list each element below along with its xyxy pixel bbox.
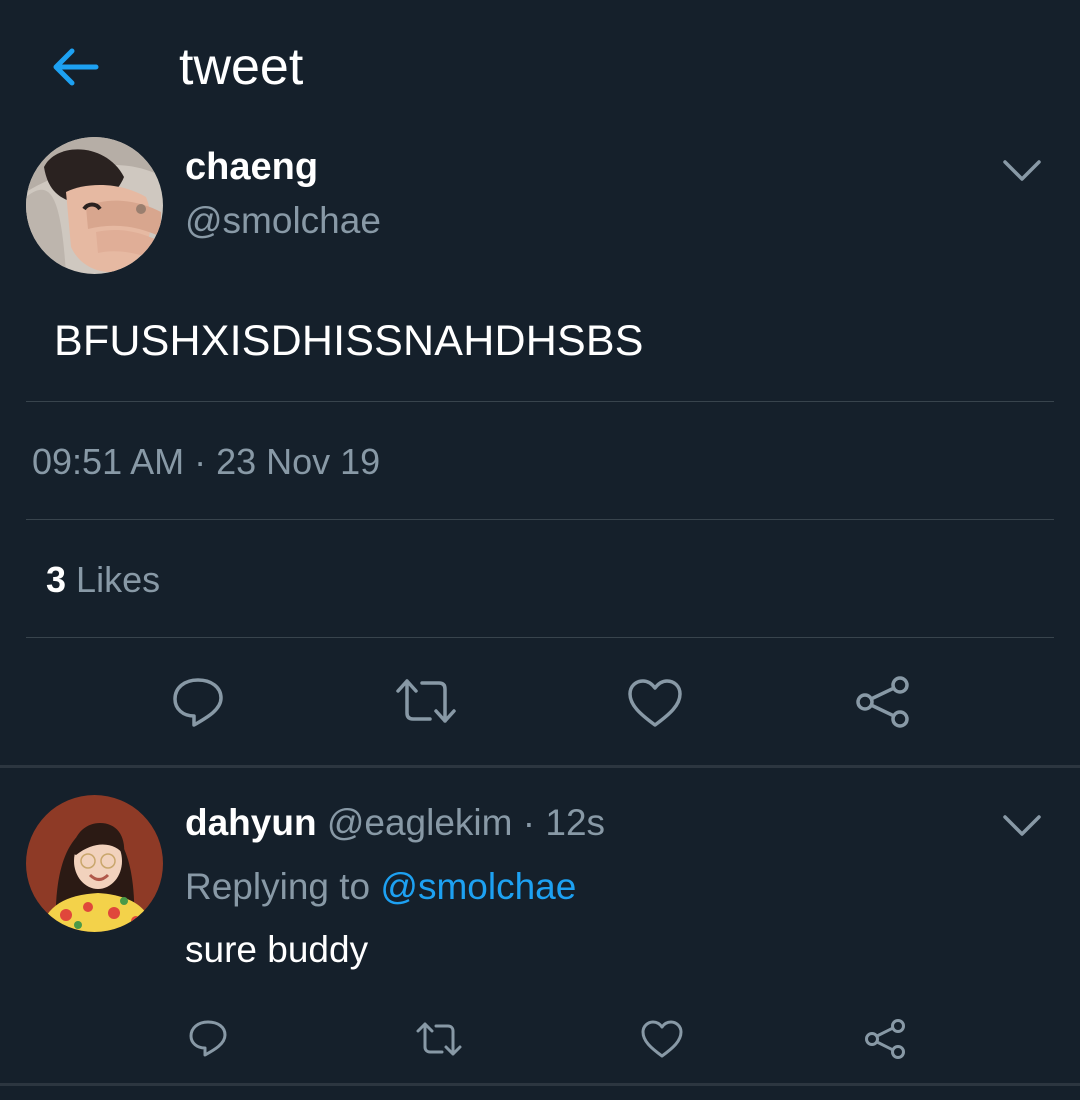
tweet-timestamp: 09:51 AM · 23 Nov 19	[32, 441, 381, 482]
share-button[interactable]	[855, 675, 911, 729]
reply-display-name[interactable]: dahyun	[185, 802, 317, 843]
reply-share-button[interactable]	[864, 1018, 906, 1060]
reply-icon	[173, 678, 223, 727]
divider	[26, 637, 1054, 638]
back-button[interactable]	[48, 42, 102, 92]
avatar-photo	[26, 137, 163, 274]
chevron-down-icon	[1003, 160, 1041, 181]
likes-count[interactable]: 3 Likes	[46, 558, 160, 602]
retweet-button[interactable]	[394, 677, 458, 725]
reply-text: sure buddy	[185, 929, 369, 970]
reply-retweet-button[interactable]	[415, 1021, 463, 1057]
divider	[26, 401, 1054, 402]
like-button[interactable]	[626, 677, 684, 729]
reply-menu-button[interactable]	[1002, 813, 1042, 839]
share-icon	[856, 676, 909, 728]
like-icon	[641, 1020, 683, 1058]
tweet-menu-button[interactable]	[1002, 158, 1042, 184]
divider	[26, 519, 1054, 520]
replying-prefix: Replying to	[185, 866, 371, 907]
mention-link[interactable]: @smolchae	[380, 866, 576, 907]
replying-to: Replying to @smolchae	[185, 865, 576, 909]
separator-dot: ·	[522, 802, 536, 843]
author-display-name[interactable]: chaeng	[185, 145, 318, 189]
like-icon	[628, 679, 682, 727]
avatar-photo	[26, 795, 163, 932]
reply-time: 12s	[545, 802, 606, 843]
section-divider	[0, 1083, 1080, 1086]
share-icon	[865, 1019, 905, 1059]
author-handle[interactable]: @smolchae	[185, 199, 381, 243]
reply-reply-button[interactable]	[188, 1019, 228, 1059]
likes-label: Likes	[76, 559, 161, 600]
reply-button[interactable]	[170, 675, 226, 729]
page-title: tweet	[179, 38, 304, 96]
avatar[interactable]	[26, 137, 163, 274]
retweet-icon	[416, 1022, 462, 1056]
reply-handle[interactable]: @eaglekim	[327, 802, 513, 843]
likes-number: 3	[46, 559, 67, 600]
reply-like-button[interactable]	[640, 1019, 684, 1059]
retweet-icon	[396, 679, 456, 723]
reply-header: dahyun @eaglekim · 12s	[185, 801, 605, 845]
chevron-down-icon	[1003, 815, 1041, 836]
tweet-text: BFUSHXISDHISSNAHDHSBS	[54, 317, 644, 365]
section-divider	[0, 765, 1080, 768]
arrow-left-icon	[53, 48, 99, 86]
reply-icon	[189, 1020, 227, 1057]
reply-avatar[interactable]	[26, 795, 163, 932]
